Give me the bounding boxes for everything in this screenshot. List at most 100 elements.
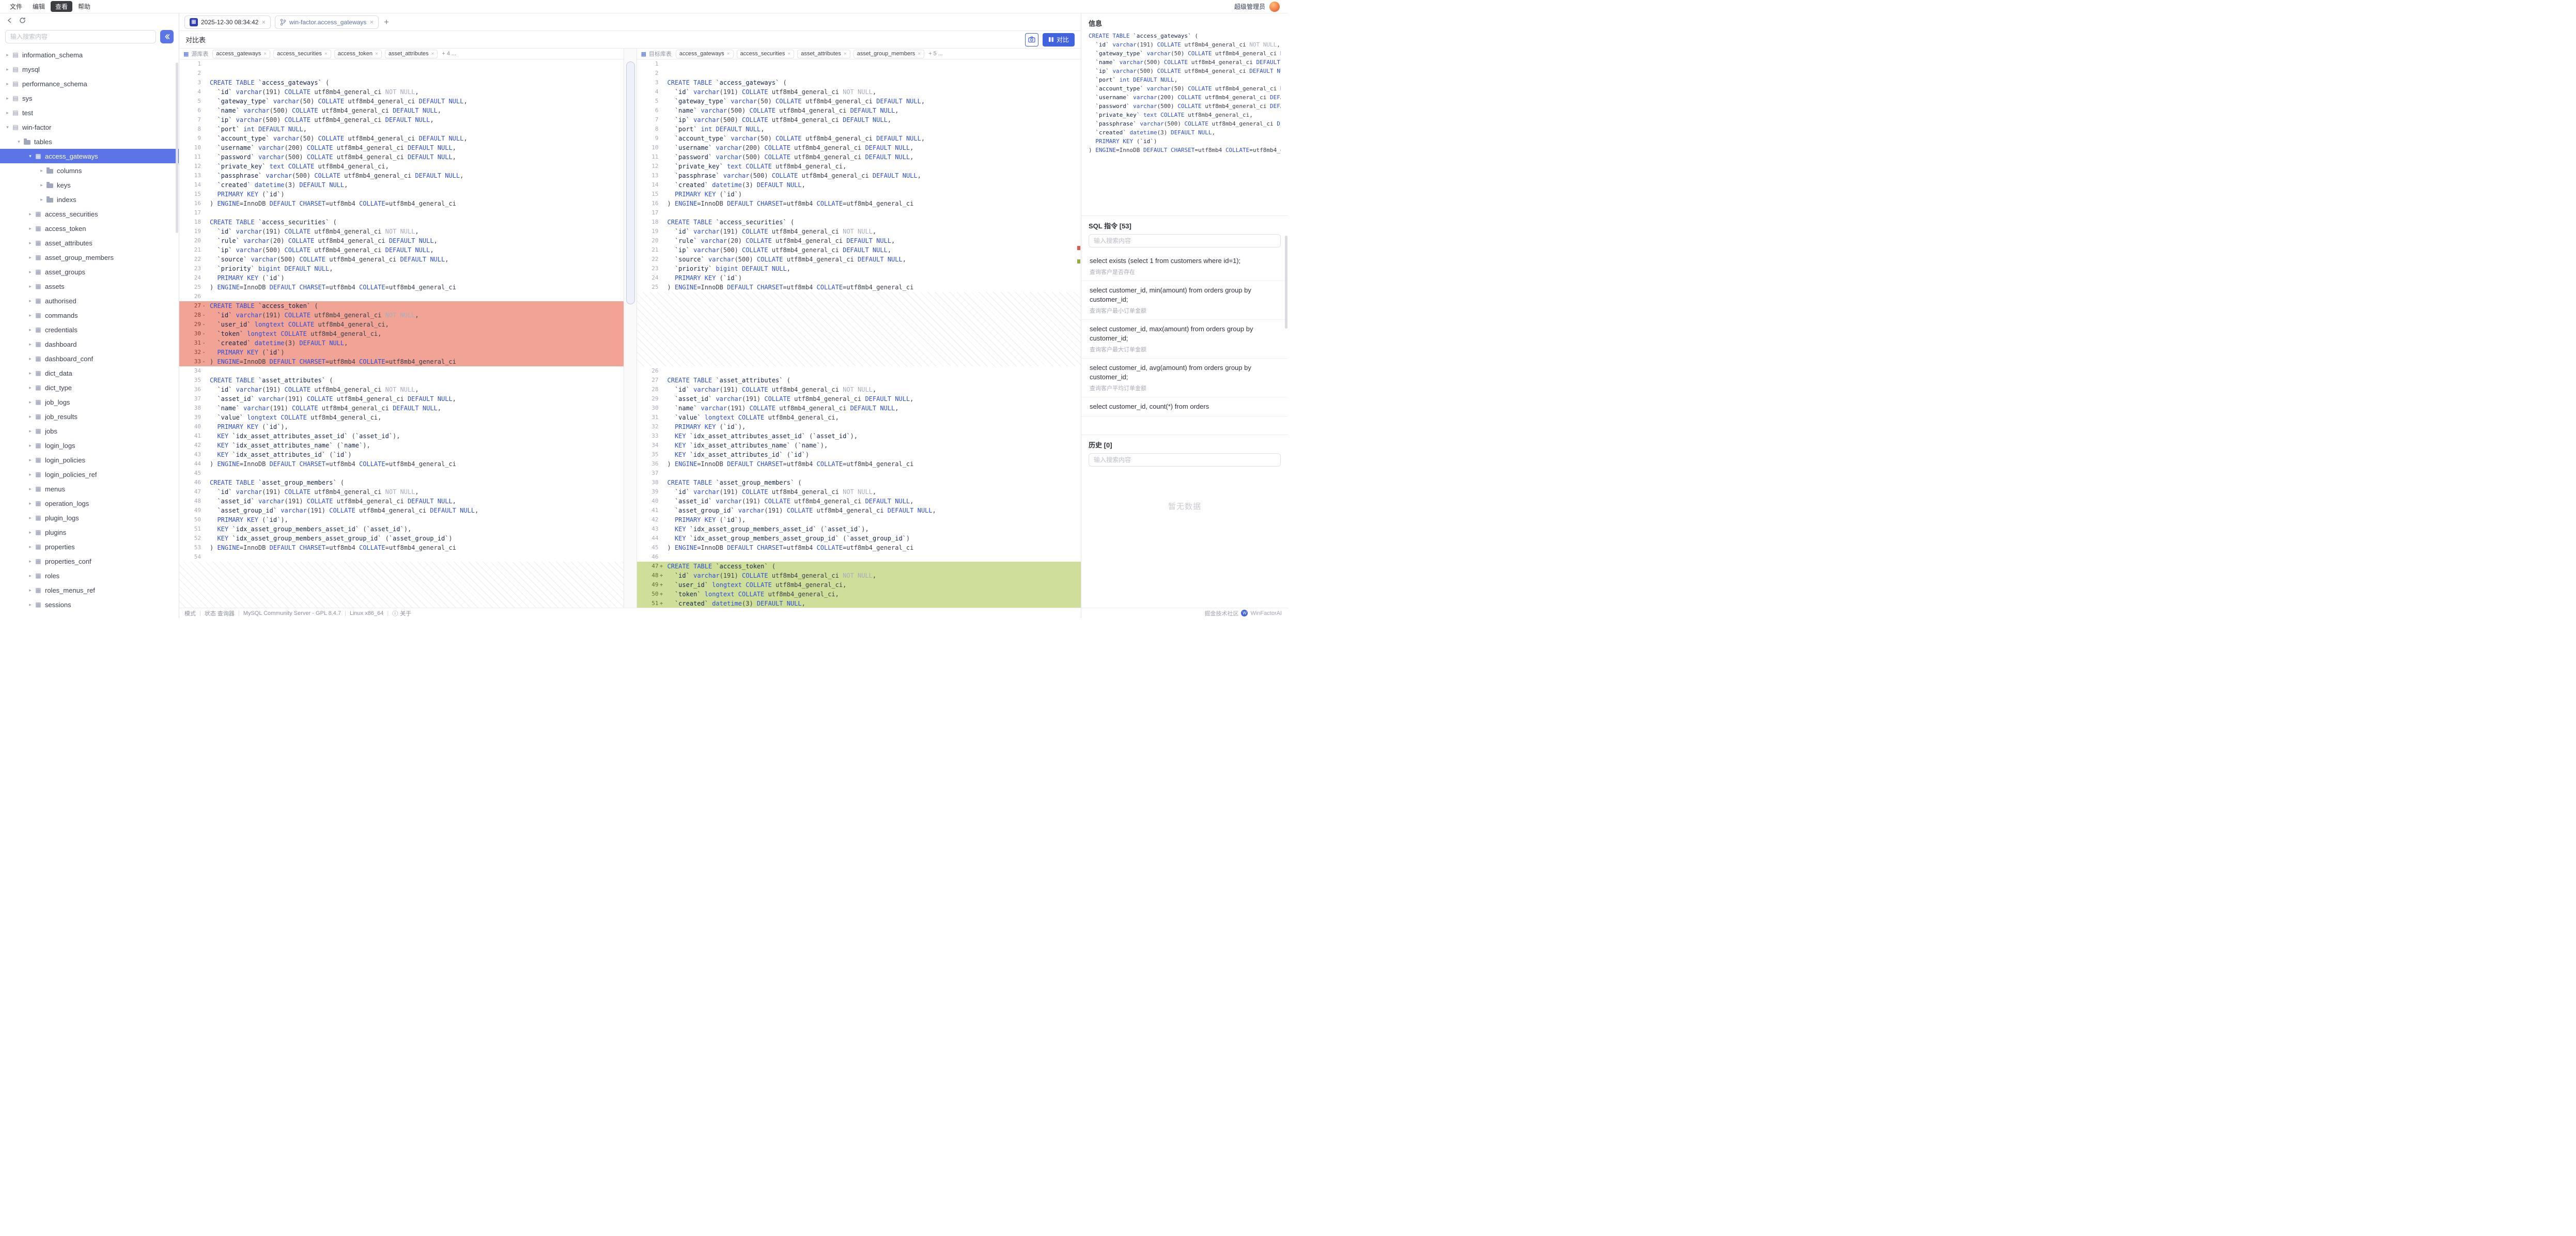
tree-item-roles_menus_ref[interactable]: ▸▦roles_menus_ref	[0, 583, 179, 597]
menu-item-1[interactable]: 文件	[5, 1, 27, 12]
tab-table-diff[interactable]: win-factor.access_gateways ×	[275, 16, 379, 29]
chevron-right-icon[interactable]: ▸	[27, 428, 34, 434]
new-tab-button[interactable]: +	[384, 17, 389, 27]
sql-command-item[interactable]: select customer_id, max(amount) from ord…	[1081, 320, 1288, 359]
chevron-right-icon[interactable]: ▸	[27, 399, 34, 405]
tree-item-performance_schema[interactable]: ▸▤performance_schema	[0, 76, 179, 91]
chevron-right-icon[interactable]: ▸	[38, 182, 45, 188]
tree-item-authorised[interactable]: ▸▦authorised	[0, 293, 179, 308]
tree-item-asset_group_members[interactable]: ▸▦asset_group_members	[0, 250, 179, 265]
tree-item-asset_attributes[interactable]: ▸▦asset_attributes	[0, 236, 179, 250]
right-panel-scrollbar[interactable]	[1285, 236, 1287, 329]
tree-item-test[interactable]: ▸▤test	[0, 105, 179, 120]
tree-item-menus[interactable]: ▸▦menus	[0, 482, 179, 496]
tree-item-access_token[interactable]: ▸▦access_token	[0, 221, 179, 236]
pane-tab-access_securities[interactable]: access_securities×	[273, 50, 331, 58]
chevron-right-icon[interactable]: ▸	[27, 327, 34, 333]
tree-item-credentials[interactable]: ▸▦credentials	[0, 322, 179, 337]
tree-item-sys[interactable]: ▸▤sys	[0, 91, 179, 105]
chevron-right-icon[interactable]: ▸	[27, 414, 34, 420]
close-icon[interactable]: ×	[918, 51, 921, 57]
chevron-right-icon[interactable]: ▸	[4, 96, 11, 101]
chevron-down-icon[interactable]: ▾	[27, 153, 34, 159]
diff-overview-ruler[interactable]	[1077, 59, 1081, 608]
chevron-right-icon[interactable]: ▸	[27, 559, 34, 564]
tree-item-properties_conf[interactable]: ▸▦properties_conf	[0, 554, 179, 568]
tree-item-operation_logs[interactable]: ▸▦operation_logs	[0, 496, 179, 511]
tree-item-roles[interactable]: ▸▦roles	[0, 568, 179, 583]
close-icon[interactable]: ×	[263, 51, 267, 57]
chevron-right-icon[interactable]: ▸	[27, 342, 34, 347]
chevron-right-icon[interactable]: ▸	[27, 472, 34, 477]
tree-item-login_policies[interactable]: ▸▦login_policies	[0, 453, 179, 467]
chevron-right-icon[interactable]: ▸	[27, 226, 34, 231]
tree-item-login_logs[interactable]: ▸▦login_logs	[0, 438, 179, 453]
chevron-right-icon[interactable]: ▸	[27, 588, 34, 593]
tree-item-access_securities[interactable]: ▸▦access_securities	[0, 207, 179, 221]
chevron-right-icon[interactable]: ▸	[27, 515, 34, 521]
pane-tab-access_securities[interactable]: access_securities×	[737, 50, 795, 58]
chevron-right-icon[interactable]: ▸	[4, 52, 11, 58]
history-search-input[interactable]	[1089, 453, 1281, 467]
tab-compare-session[interactable]: ▦ 2025-12-30 08:34:42 ×	[184, 16, 271, 29]
tree-item-win-factor[interactable]: ▾▤win-factor	[0, 120, 179, 134]
sql-commands-search-input[interactable]	[1089, 234, 1281, 248]
back-icon[interactable]	[6, 17, 13, 24]
chevron-right-icon[interactable]: ▸	[27, 240, 34, 246]
chevron-right-icon[interactable]: ▸	[4, 67, 11, 72]
chevron-right-icon[interactable]: ▸	[27, 298, 34, 304]
tree-item-properties[interactable]: ▸▦properties	[0, 539, 179, 554]
chevron-right-icon[interactable]: ▸	[27, 255, 34, 260]
chevron-right-icon[interactable]: ▸	[27, 211, 34, 217]
tree-item-assets[interactable]: ▸▦assets	[0, 279, 179, 293]
tree-item-sessions[interactable]: ▸▦sessions	[0, 597, 179, 612]
chevron-right-icon[interactable]: ▸	[38, 197, 45, 203]
search-input[interactable]	[5, 30, 156, 43]
tree-item-tables[interactable]: ▾tables	[0, 134, 179, 149]
chevron-right-icon[interactable]: ▸	[27, 443, 34, 449]
chevron-right-icon[interactable]: ▸	[4, 110, 11, 116]
tree-item-columns[interactable]: ▸columns	[0, 163, 179, 178]
pane-tab-access_gateways[interactable]: access_gateways×	[676, 50, 734, 58]
chevron-right-icon[interactable]: ▸	[27, 486, 34, 492]
pane-tab-asset_attributes[interactable]: asset_attributes×	[385, 50, 438, 58]
chevron-right-icon[interactable]: ▸	[27, 501, 34, 506]
tree-item-login_policies_ref[interactable]: ▸▦login_policies_ref	[0, 467, 179, 482]
chevron-right-icon[interactable]: ▸	[27, 385, 34, 391]
source-code-editor[interactable]: 123CREATE TABLE `access_gateways` (4 `id…	[179, 59, 624, 608]
tree-item-dict_data[interactable]: ▸▦dict_data	[0, 366, 179, 380]
compare-button[interactable]: 对比	[1043, 33, 1075, 47]
target-code-editor[interactable]: 123CREATE TABLE `access_gateways` (4 `id…	[637, 59, 1081, 608]
tree-item-asset_groups[interactable]: ▸▦asset_groups	[0, 265, 179, 279]
removed-chunk-mark[interactable]	[1077, 246, 1080, 250]
user-avatar[interactable]	[1269, 2, 1280, 12]
tree-item-information_schema[interactable]: ▸▤information_schema	[0, 48, 179, 62]
chevron-right-icon[interactable]: ▸	[27, 313, 34, 318]
tree-item-plugin_logs[interactable]: ▸▦plugin_logs	[0, 511, 179, 525]
tree-item-dashboard[interactable]: ▸▦dashboard	[0, 337, 179, 351]
chevron-right-icon[interactable]: ▸	[27, 530, 34, 535]
close-icon[interactable]: ×	[431, 51, 434, 57]
pane-tab-asset_attributes[interactable]: asset_attributes×	[797, 50, 850, 58]
sql-command-item[interactable]: select exists (select 1 from customers w…	[1081, 252, 1288, 281]
chevron-down-icon[interactable]: ▾	[4, 125, 11, 130]
tree-item-dict_type[interactable]: ▸▦dict_type	[0, 380, 179, 395]
sidebar-scrollbar[interactable]	[176, 63, 178, 233]
chevron-right-icon[interactable]: ▸	[27, 284, 34, 289]
database-tree[interactable]: ▸▤information_schema▸▤mysql▸▤performance…	[0, 47, 179, 618]
close-icon[interactable]: ×	[844, 51, 847, 57]
sql-command-item[interactable]: select customer_id, count(*) from orders	[1081, 397, 1288, 416]
tree-item-indexs[interactable]: ▸indexs	[0, 192, 179, 207]
sql-command-item[interactable]: select customer_id, avg(amount) from ord…	[1081, 359, 1288, 397]
chevron-right-icon[interactable]: ▸	[27, 269, 34, 275]
close-icon[interactable]: ×	[787, 51, 790, 57]
scrollbar-thumb[interactable]	[626, 61, 635, 304]
tree-item-mysql[interactable]: ▸▤mysql	[0, 62, 179, 76]
screenshot-button[interactable]	[1025, 33, 1038, 47]
sql-commands-list[interactable]: select exists (select 1 from customers w…	[1081, 252, 1288, 435]
diff-scrollbar-gutter[interactable]	[624, 49, 637, 608]
chevron-right-icon[interactable]: ▸	[27, 602, 34, 608]
pane-tab-access_token[interactable]: access_token×	[334, 50, 382, 58]
tree-item-job_logs[interactable]: ▸▦job_logs	[0, 395, 179, 409]
close-icon[interactable]: ×	[261, 18, 266, 26]
